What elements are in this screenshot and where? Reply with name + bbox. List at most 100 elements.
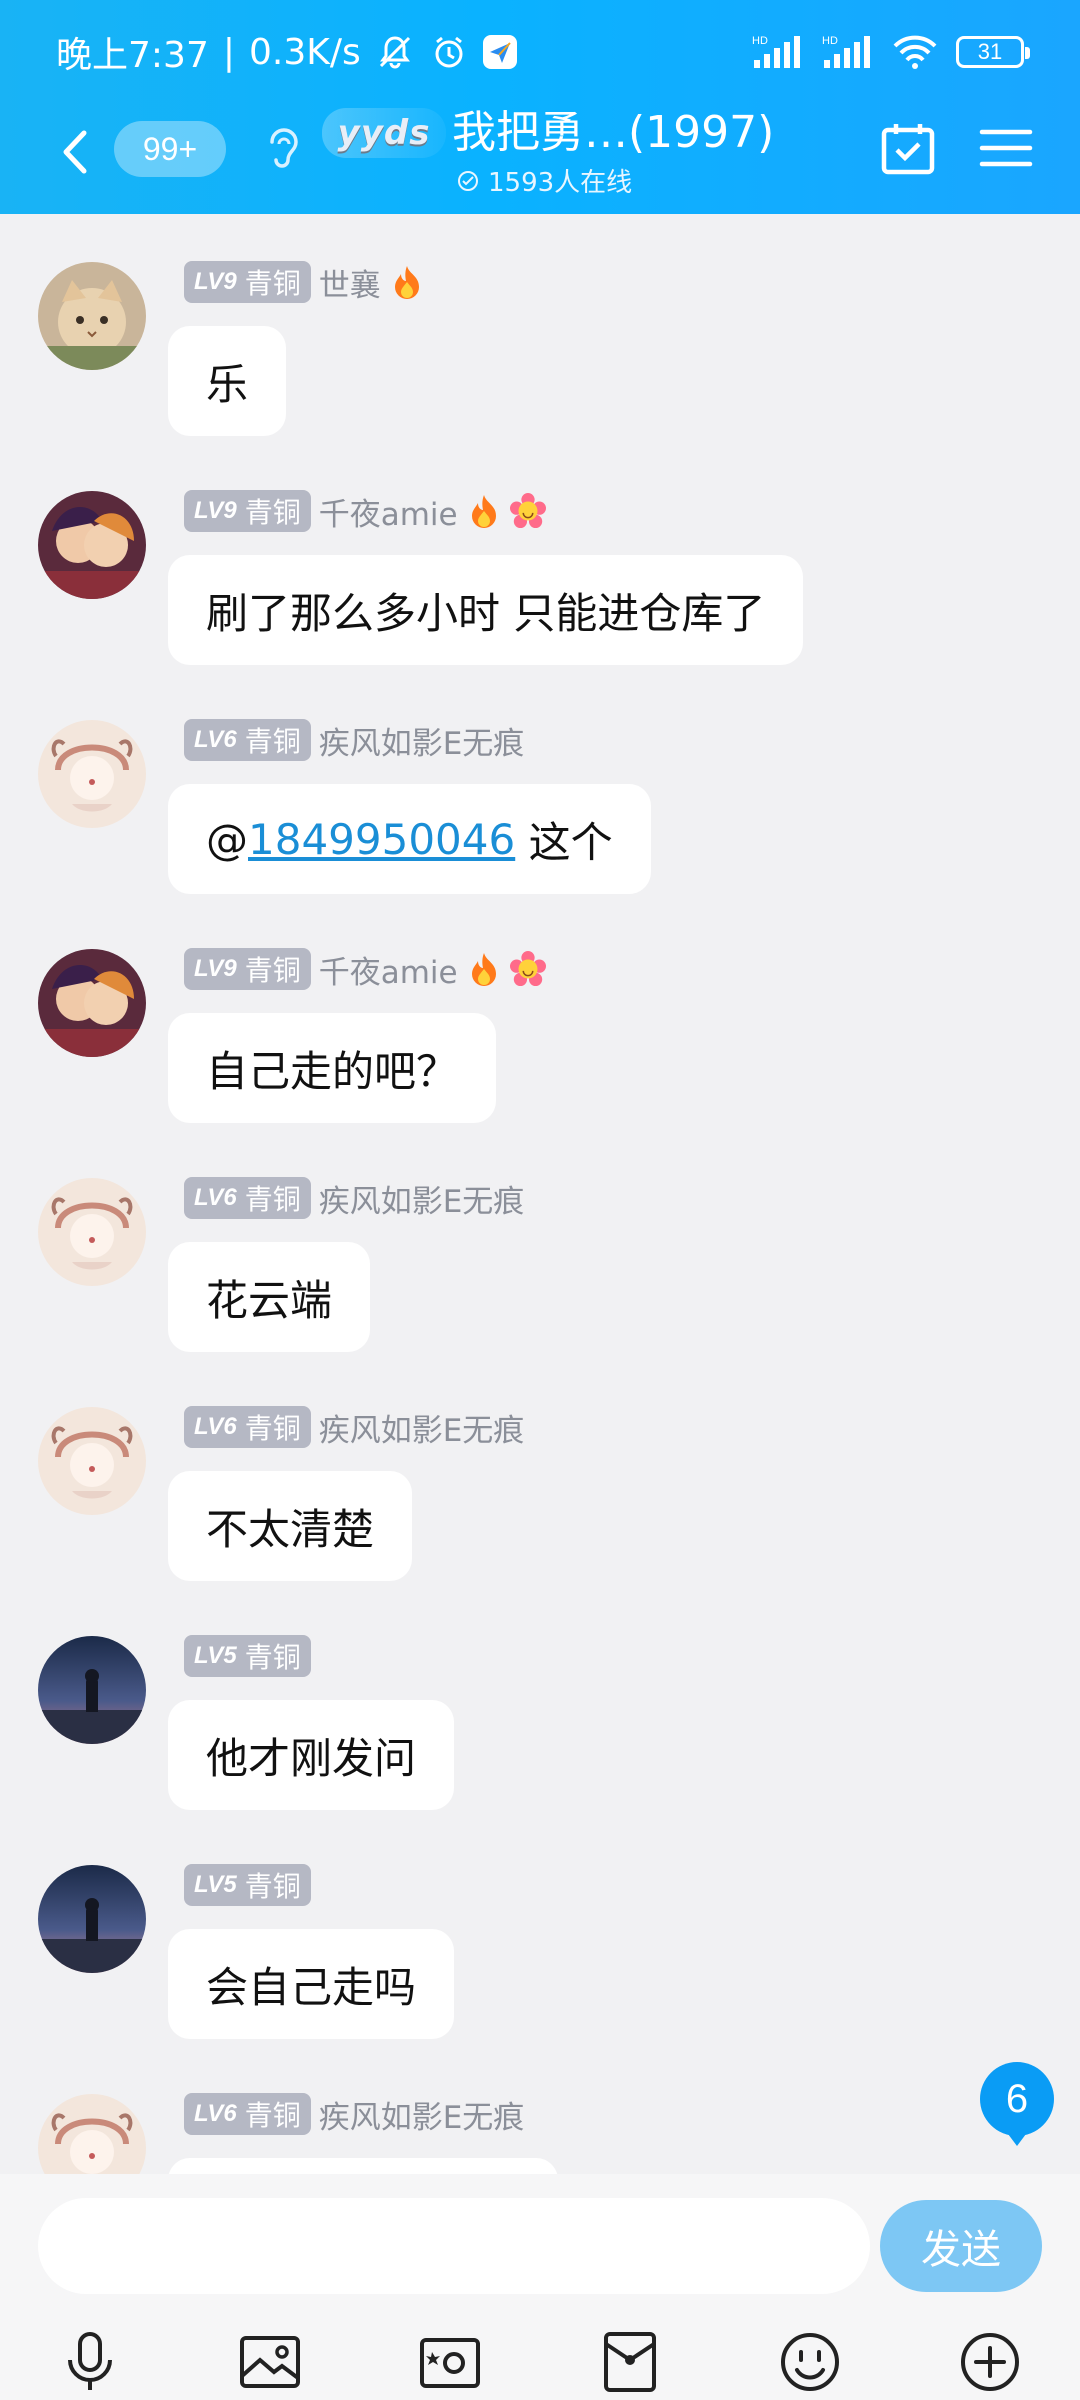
- calendar-check-icon: [881, 124, 935, 175]
- group-title: 我把勇…(1997): [452, 107, 775, 158]
- flower-smile-icon: [509, 493, 546, 529]
- avatar[interactable]: [38, 1178, 146, 1286]
- level-badge: LV5 青铜: [184, 1635, 311, 1677]
- mention-link[interactable]: 1849950046: [248, 815, 515, 864]
- sender-meta: LV5 青铜: [184, 1863, 311, 1907]
- sender-nickname[interactable]: 千夜amie: [319, 947, 458, 992]
- signal-icon-2: HD: [822, 32, 874, 72]
- hamburger-menu-icon: [979, 129, 1033, 167]
- fire-icon: [466, 493, 502, 529]
- level-badge: LV6 青铜: [184, 2093, 311, 2135]
- more-button[interactable]: [952, 2324, 1028, 2400]
- image-icon: [240, 2336, 300, 2388]
- message-list[interactable]: LV9 青铜 世襄 乐 LV9 青铜 千夜amie 刷了那么多小时 只能进仓库了 L…: [0, 214, 1080, 2174]
- smiley-icon: [781, 2333, 839, 2391]
- mention-prefix: @: [206, 814, 248, 864]
- avatar[interactable]: [38, 1865, 146, 1973]
- sender-meta: LV5 青铜: [184, 1634, 311, 1678]
- message-bubble[interactable]: 花云端: [168, 1242, 371, 1352]
- voice-button[interactable]: [52, 2324, 128, 2400]
- message-bubble[interactable]: 他才刚发问: [168, 1700, 455, 1810]
- level-badge: LV5 青铜: [184, 1864, 311, 1906]
- level-badge: LV6 青铜: [184, 719, 311, 761]
- message-item: LV5 青铜 会自己走吗: [0, 1817, 1080, 2046]
- red-packet-icon: [604, 2332, 656, 2392]
- yyds-badge: yyds: [322, 108, 446, 158]
- avatar[interactable]: [38, 491, 146, 599]
- avatar[interactable]: [38, 262, 146, 370]
- message-item: LV9 青铜 千夜amie 刷了那么多小时 只能进仓库了: [0, 443, 1080, 672]
- level-badge: LV6 青铜: [184, 1406, 311, 1448]
- battery-level: 31: [977, 39, 1003, 64]
- chat-header: 晚上7:37 | 0.3K/s HD HD 31 99+ yyds 我把勇…(1…: [0, 0, 1080, 214]
- online-count: 1593人在线: [488, 168, 633, 198]
- nav-bar: 99+ yyds 我把勇…(1997) 1593人在线: [0, 104, 1080, 214]
- input-area: 发送: [0, 2174, 1080, 2400]
- fire-icon: [466, 951, 502, 987]
- mute-bell-icon: [375, 32, 415, 72]
- new-messages-badge[interactable]: 6: [980, 2062, 1054, 2146]
- flower-smile-icon: [509, 951, 546, 987]
- message-bubble[interactable]: [168, 2158, 558, 2174]
- status-divider: |: [222, 31, 235, 73]
- message-text: 这个: [515, 817, 613, 867]
- sender-meta: LV6 青铜 疾风如影E无痕: [184, 1176, 524, 1220]
- message-bubble[interactable]: 乐: [168, 326, 287, 436]
- back-button[interactable]: [46, 122, 106, 182]
- message-item: LV6 青铜 疾风如影E无痕: [0, 2046, 1080, 2174]
- message-item: LV6 青铜 疾风如影E无痕 花云端: [0, 1130, 1080, 1359]
- level-badge: LV9 青铜: [184, 261, 311, 303]
- svg-text:HD: HD: [822, 35, 838, 47]
- send-button[interactable]: 发送: [880, 2200, 1042, 2292]
- avatar[interactable]: [38, 2094, 146, 2174]
- input-toolbar: [0, 2324, 1080, 2400]
- svg-text:HD: HD: [752, 35, 768, 47]
- level-badge: LV6 青铜: [184, 1177, 311, 1219]
- sender-nickname[interactable]: 疾风如影E无痕: [319, 2092, 525, 2137]
- message-bubble[interactable]: 刷了那么多小时 只能进仓库了: [168, 555, 804, 665]
- message-bubble[interactable]: 自己走的吧？: [168, 1013, 497, 1123]
- message-item: LV9 青铜 千夜amie 自己走的吧？: [0, 901, 1080, 1130]
- fire-icon: [389, 264, 425, 300]
- sender-nickname[interactable]: 世襄: [319, 260, 381, 305]
- battery-icon: 31: [956, 36, 1030, 68]
- network-speed: 0.3K/s: [248, 31, 361, 73]
- ear-icon[interactable]: [262, 124, 302, 174]
- camera-button[interactable]: [412, 2324, 488, 2400]
- sender-meta: LV9 青铜 世襄: [184, 260, 425, 304]
- message-item: LV6 青铜 疾风如影E无痕 @1849950046 这个: [0, 672, 1080, 901]
- status-time: 晚上7:37: [56, 35, 209, 76]
- group-title-area[interactable]: yyds 我把勇…(1997) 1593人在线: [318, 104, 778, 214]
- message-input[interactable]: [38, 2198, 870, 2294]
- signal-icon: HD: [752, 32, 804, 72]
- wifi-icon: [892, 32, 938, 72]
- sender-nickname[interactable]: 疾风如影E无痕: [319, 718, 525, 763]
- avatar[interactable]: [38, 949, 146, 1057]
- message-item: LV5 青铜 他才刚发问: [0, 1588, 1080, 1817]
- status-bar: 晚上7:37 | 0.3K/s HD HD 31: [0, 0, 1080, 104]
- menu-button[interactable]: [976, 118, 1036, 178]
- message-bubble[interactable]: 会自己走吗: [168, 1929, 455, 2039]
- emoji-button[interactable]: [772, 2324, 848, 2400]
- message-bubble[interactable]: 不太清楚: [168, 1471, 413, 1581]
- avatar[interactable]: [38, 1407, 146, 1515]
- sender-nickname[interactable]: 疾风如影E无痕: [319, 1405, 525, 1450]
- app-notification-icon: [482, 35, 517, 69]
- message-item: LV6 青铜 疾风如影E无痕 不太清楚: [0, 1359, 1080, 1588]
- sender-nickname[interactable]: 疾风如影E无痕: [319, 1176, 525, 1221]
- calendar-check-button[interactable]: [878, 118, 938, 178]
- level-badge: LV9 青铜: [184, 490, 311, 532]
- photo-button[interactable]: [232, 2324, 308, 2400]
- sender-nickname[interactable]: 千夜amie: [319, 489, 458, 534]
- sender-meta: LV9 青铜 千夜amie: [184, 947, 546, 991]
- check-circle-icon: [458, 170, 478, 191]
- message-bubble[interactable]: @1849950046 这个: [168, 784, 651, 894]
- red-packet-button[interactable]: [592, 2324, 668, 2400]
- avatar[interactable]: [38, 720, 146, 828]
- sender-meta: LV6 青铜 疾风如影E无痕: [184, 2092, 524, 2136]
- microphone-icon: [68, 2332, 112, 2390]
- message-item: LV9 青铜 世襄 乐: [0, 214, 1080, 443]
- avatar[interactable]: [38, 1636, 146, 1744]
- sender-meta: LV6 青铜 疾风如影E无痕: [184, 718, 524, 762]
- unread-count-badge[interactable]: 99+: [114, 121, 226, 177]
